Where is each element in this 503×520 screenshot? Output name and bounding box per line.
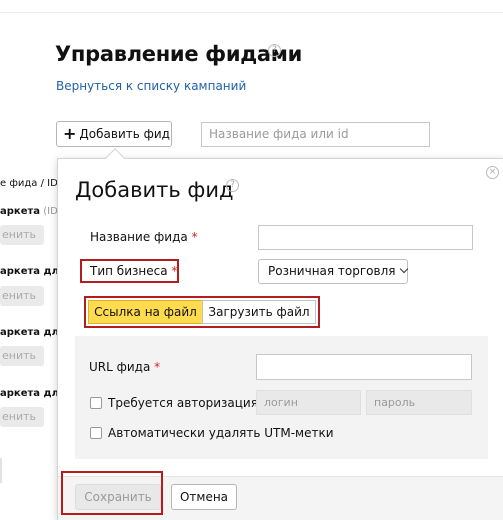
tab-upload-file[interactable]: Загрузить файл xyxy=(202,300,316,324)
business-type-select[interactable]: Розничная торговля xyxy=(258,259,409,284)
save-button[interactable]: Сохранить xyxy=(75,484,161,510)
background-control xyxy=(0,458,2,483)
feed-url-input[interactable] xyxy=(256,354,472,380)
table-row-title: аркета для xyxy=(0,388,66,399)
row-edit-button[interactable]: енить xyxy=(0,407,44,427)
add-feed-button[interactable]: + Добавить фид xyxy=(56,121,172,147)
table-row-title: аркета для xyxy=(0,266,66,277)
login-input[interactable]: логин xyxy=(256,390,361,415)
close-icon[interactable]: × xyxy=(486,166,499,179)
back-to-campaigns-link[interactable]: Вернуться к списку кампаний xyxy=(56,79,246,93)
dialog-title: Добавить фид xyxy=(75,178,234,202)
auth-checkbox[interactable] xyxy=(90,397,102,409)
tab-file-link[interactable]: Ссылка на файл xyxy=(88,300,203,324)
auth-label: Требуется авторизация xyxy=(108,396,258,410)
feed-url-label: URL фида * xyxy=(89,360,161,374)
page-title: Управление фидами xyxy=(55,42,303,66)
feed-name-label: Название фида * xyxy=(90,230,198,244)
help-icon[interactable]: ? xyxy=(226,179,239,192)
row-edit-button[interactable]: енить xyxy=(0,286,44,306)
business-type-label: Тип бизнеса * xyxy=(90,264,178,278)
chevron-down-icon xyxy=(400,264,409,274)
row-edit-button[interactable]: енить xyxy=(0,346,44,366)
top-divider xyxy=(0,12,503,13)
utm-label: Автоматически удалять UTM-метки xyxy=(108,426,334,440)
feed-search-input[interactable]: Название фида или id xyxy=(201,122,430,147)
table-row-title: аркета для xyxy=(0,327,66,338)
password-input[interactable]: пароль xyxy=(366,390,472,415)
help-icon[interactable]: ? xyxy=(268,44,281,57)
feed-name-input[interactable] xyxy=(258,225,473,250)
row-edit-button[interactable]: енить xyxy=(0,225,44,245)
add-feed-label: Добавить фид xyxy=(79,127,170,141)
cancel-button[interactable]: Отмена xyxy=(171,484,237,510)
table-column-header: е фида / ID xyxy=(0,178,58,189)
utm-checkbox[interactable] xyxy=(90,427,102,439)
plus-icon: + xyxy=(63,124,77,143)
